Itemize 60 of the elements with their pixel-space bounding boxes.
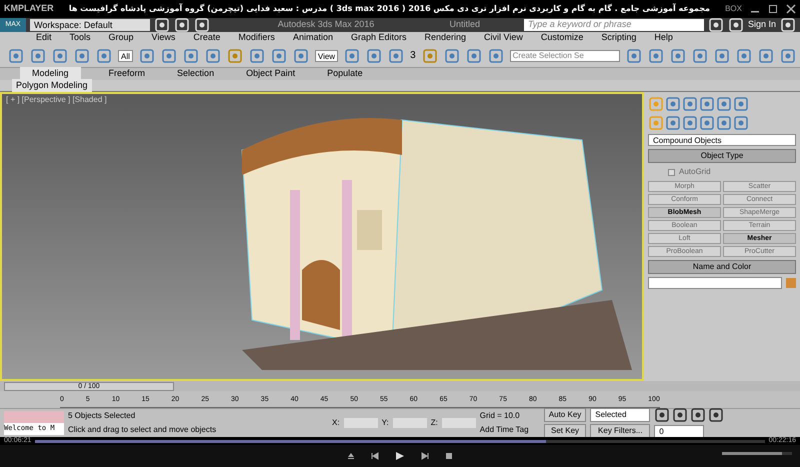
ribbon-panel-tab[interactable]: Polygon Modeling (12, 78, 92, 92)
viewport-label[interactable]: [ + ] [Perspective ] [Shaded ] (6, 94, 107, 106)
menu-item[interactable]: Edit (36, 31, 52, 45)
menu-item[interactable]: Civil View (484, 31, 523, 45)
seek-bar-fill[interactable] (35, 440, 546, 442)
eject-icon[interactable] (347, 452, 355, 460)
next-icon[interactable] (421, 452, 429, 460)
ribbon-tab[interactable]: Selection (173, 66, 218, 80)
menu-item[interactable]: Views (152, 31, 176, 45)
menu-item[interactable]: Graph Editors (350, 31, 406, 45)
player-logo: KMPLAYER (4, 2, 54, 16)
selection-filter-dropdown[interactable]: All (118, 50, 133, 62)
set-key-button[interactable]: Set Key (544, 424, 586, 438)
close-icon[interactable] (786, 4, 796, 14)
prompt-line: Click and drag to select and move objects (68, 424, 218, 436)
coordinate-label: Y: (382, 417, 389, 429)
z-field[interactable] (442, 418, 476, 428)
previous-icon[interactable] (371, 452, 379, 460)
document-name: Untitled (449, 18, 480, 32)
ribbon-tab[interactable]: Freeform (104, 66, 150, 80)
video-title: مجموعه آموزشی جامع . گام به گام و کاربردی نرم افزار تری دی مکس 2016 ( 3ds max 2016 ) مدرس : سعید فدایی (تیچرمن) گروه آموزشی پادشاه گرافیست ها (68, 3, 711, 15)
perspective-viewport[interactable]: [ + ] [Perspective ] [Shaded ] (0, 92, 644, 381)
menu-item[interactable]: Modifiers (238, 31, 275, 45)
selection-set-field[interactable]: Create Selection Se (510, 50, 620, 62)
color-swatch[interactable] (786, 278, 796, 288)
app-title: Autodesk 3ds Max 2016 (276, 18, 376, 32)
x-field[interactable] (344, 418, 378, 428)
coordinate-label: X: (332, 417, 340, 429)
menu-item[interactable]: Create (193, 31, 220, 45)
menu-item[interactable]: Scripting (601, 31, 636, 45)
box-label[interactable]: BOX (725, 3, 742, 15)
auto-key-button[interactable]: Auto Key (544, 408, 586, 422)
coordinate-dropdown[interactable]: View (314, 50, 338, 62)
grid-size: Grid = 10.0 (480, 410, 521, 422)
ribbon-tab[interactable]: Populate (323, 66, 367, 80)
rollout-header[interactable]: Object Type (648, 149, 796, 163)
search-field[interactable]: Type a keyword or phrase (524, 19, 704, 31)
menu-item[interactable]: Rendering (424, 31, 466, 45)
key-mode-dropdown[interactable]: Selected (590, 408, 650, 422)
workspace-dropdown[interactable]: Workspace: Default (30, 19, 150, 31)
rollout-header[interactable]: Name and Color (648, 260, 796, 274)
coordinate-label: Z: (430, 417, 438, 429)
sign-in-link[interactable]: Sign In (748, 18, 776, 32)
maximize-icon[interactable] (768, 4, 778, 14)
ribbon-tab[interactable]: Object Paint (242, 66, 300, 80)
y-field[interactable] (392, 418, 427, 428)
stop-icon[interactable] (445, 452, 453, 460)
snap-toggle[interactable]: 3 (410, 48, 416, 63)
menu-item[interactable]: Tools (70, 31, 91, 45)
checkbox[interactable] (668, 168, 675, 176)
category-dropdown[interactable]: Compound Objects (648, 134, 796, 146)
menu-item[interactable]: Help (654, 31, 673, 45)
key-filters-button[interactable]: Key Filters... (590, 424, 650, 438)
menu-item[interactable]: Group (108, 31, 134, 45)
menu-item[interactable]: Animation (292, 31, 333, 45)
checkbox-label: AutoGrid (679, 166, 711, 178)
name-field[interactable] (648, 277, 782, 289)
selection-status: 5 Objects Selected (68, 410, 136, 422)
add-time-tag[interactable]: Add Time Tag (480, 424, 540, 436)
menu-item[interactable]: Customize (540, 31, 584, 45)
